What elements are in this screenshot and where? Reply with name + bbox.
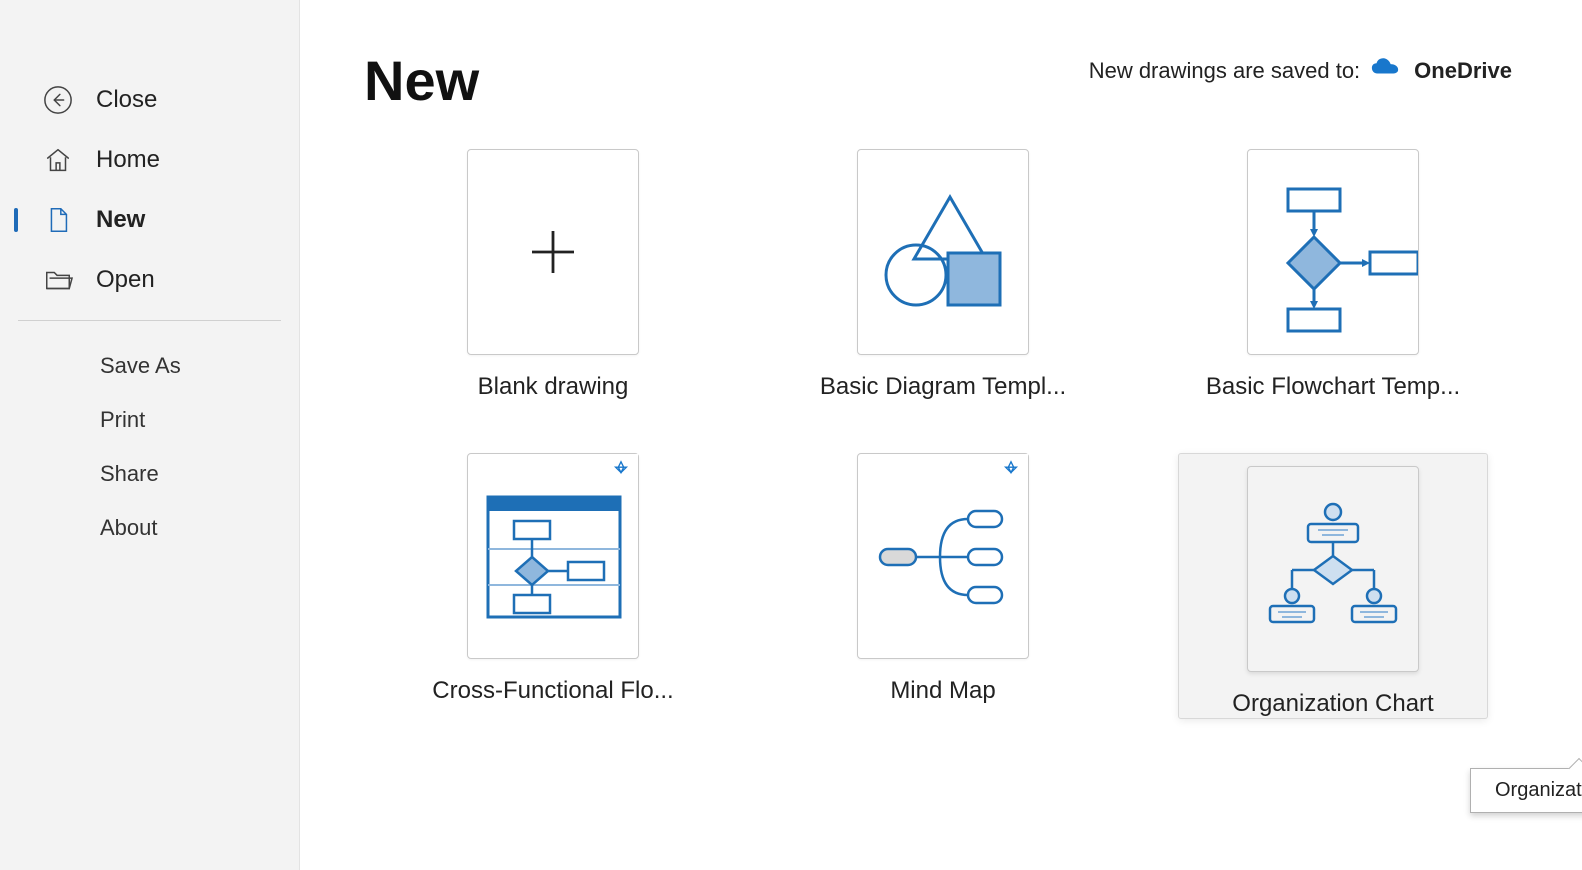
template-label: Basic Diagram Templ... bbox=[820, 373, 1066, 401]
main-header: New New drawings are saved to: OneDrive bbox=[364, 48, 1512, 113]
cloud-icon bbox=[1370, 56, 1400, 86]
plus-icon bbox=[483, 182, 623, 322]
sidebar-item-label: New bbox=[96, 206, 145, 234]
sidebar-item-saveas[interactable]: Save As bbox=[0, 339, 299, 393]
template-thumb bbox=[1247, 149, 1419, 355]
sidebar-item-home[interactable]: Home bbox=[0, 130, 299, 190]
sidebar-item-open[interactable]: Open bbox=[0, 250, 299, 310]
sidebar-item-new[interactable]: New bbox=[0, 190, 299, 250]
template-thumb bbox=[467, 149, 639, 355]
template-label: Organization Chart bbox=[1232, 690, 1433, 718]
sidebar-item-close[interactable]: Close bbox=[0, 70, 299, 130]
sidebar-item-label: Print bbox=[100, 407, 145, 433]
template-card-basic-diagram[interactable]: Basic Diagram Templ... bbox=[788, 149, 1098, 401]
back-arrow-icon bbox=[42, 84, 74, 116]
file-icon bbox=[42, 204, 74, 236]
main-content: New New drawings are saved to: OneDrive bbox=[300, 0, 1582, 870]
sidebar-item-label: Close bbox=[96, 86, 157, 114]
sidebar-item-about[interactable]: About bbox=[0, 501, 299, 555]
template-label: Mind Map bbox=[890, 677, 995, 705]
mindmap-icon bbox=[858, 471, 1028, 641]
sidebar-item-label: Open bbox=[96, 266, 155, 294]
template-grid: Blank drawing Basic Diagram Templ... bbox=[364, 149, 1512, 719]
template-card-mind-map[interactable]: Mind Map bbox=[788, 453, 1098, 719]
sidebar-secondary-group: Save As Print Share About bbox=[0, 339, 299, 555]
tooltip: Organization Chart bbox=[1470, 768, 1582, 813]
sidebar-divider bbox=[18, 320, 281, 321]
save-target-name: OneDrive bbox=[1414, 58, 1512, 84]
sidebar-item-label: About bbox=[100, 515, 158, 541]
shapes-icon bbox=[858, 167, 1028, 337]
template-thumb bbox=[1247, 466, 1419, 672]
home-icon bbox=[42, 144, 74, 176]
sidebar-item-label: Save As bbox=[100, 353, 181, 379]
folder-icon bbox=[42, 264, 74, 296]
template-card-organization-chart[interactable]: Organization Chart bbox=[1178, 453, 1488, 719]
sidebar-item-share[interactable]: Share bbox=[0, 447, 299, 501]
save-target-prefix: New drawings are saved to: bbox=[1089, 58, 1360, 84]
sidebar-item-label: Home bbox=[96, 146, 160, 174]
sidebar-item-label: Share bbox=[100, 461, 159, 487]
template-label: Basic Flowchart Temp... bbox=[1206, 373, 1460, 401]
save-target[interactable]: New drawings are saved to: OneDrive bbox=[1089, 56, 1512, 86]
template-thumb bbox=[467, 453, 639, 659]
swimlane-icon bbox=[468, 471, 638, 641]
orgchart-icon bbox=[1248, 484, 1418, 654]
premium-badge-icon bbox=[596, 454, 638, 496]
tooltip-text: Organization Chart bbox=[1495, 779, 1582, 801]
template-card-basic-flowchart[interactable]: Basic Flowchart Temp... bbox=[1178, 149, 1488, 401]
sidebar-item-print[interactable]: Print bbox=[0, 393, 299, 447]
template-card-cross-functional[interactable]: Cross-Functional Flo... bbox=[398, 453, 708, 719]
template-thumb bbox=[857, 453, 1029, 659]
premium-badge-icon bbox=[986, 454, 1028, 496]
backstage-sidebar: Close Home bbox=[0, 0, 300, 870]
flowchart-icon bbox=[1248, 167, 1418, 337]
template-thumb bbox=[857, 149, 1029, 355]
template-label: Cross-Functional Flo... bbox=[432, 677, 673, 705]
page-title: New bbox=[364, 48, 479, 113]
sidebar-primary-group: Close Home bbox=[0, 70, 299, 310]
template-label: Blank drawing bbox=[478, 373, 629, 401]
template-card-blank[interactable]: Blank drawing bbox=[398, 149, 708, 401]
